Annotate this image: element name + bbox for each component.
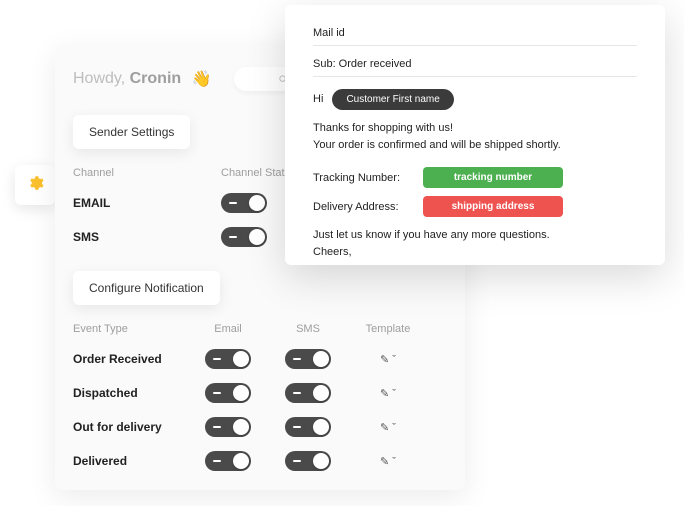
greeting: Howdy, Cronin	[73, 70, 181, 88]
edit-template-button[interactable]: ✎ ˇ	[348, 353, 428, 366]
body-line: Your order is confirmed and will be ship…	[313, 137, 637, 154]
toggle-delivered-sms[interactable]	[285, 451, 331, 471]
mail-id-label: Mail id	[313, 27, 345, 39]
gear-icon	[26, 174, 44, 197]
tracking-number-placeholder[interactable]: tracking number	[423, 167, 563, 188]
customer-name-placeholder[interactable]: Customer First name	[332, 89, 453, 110]
toggle-email[interactable]	[221, 193, 267, 213]
header-event-type: Event Type	[73, 323, 188, 335]
header-channel: Channel	[73, 167, 221, 179]
event-row: Order Received ✎ ˇ	[73, 349, 447, 369]
toggle-sms[interactable]	[221, 227, 267, 247]
toggle-order-received-sms[interactable]	[285, 349, 331, 369]
event-label: Dispatched	[73, 386, 188, 400]
event-row: Out for delivery ✎ ˇ	[73, 417, 447, 437]
body-line: Thanks for shopping with us!	[313, 120, 637, 137]
tracking-label: Tracking Number:	[313, 172, 423, 184]
event-headers: Event Type Email SMS Template	[73, 323, 447, 335]
toggle-order-received-email[interactable]	[205, 349, 251, 369]
email-preview-card: Mail id Sub: Order received Hi Customer …	[285, 5, 665, 265]
subject-field[interactable]: Sub: Order received	[313, 58, 637, 77]
sender-settings-button[interactable]: Sender Settings	[73, 115, 190, 149]
channel-label: SMS	[73, 230, 221, 244]
address-row: Delivery Address: shipping address	[313, 196, 637, 217]
header-template: Template	[348, 323, 428, 335]
pencil-icon: ✎ ˇ	[380, 387, 396, 400]
edit-template-button[interactable]: ✎ ˇ	[348, 387, 428, 400]
channel-label: EMAIL	[73, 196, 221, 210]
event-row: Delivered ✎ ˇ	[73, 451, 447, 471]
pencil-icon: ✎ ˇ	[380, 455, 396, 468]
edit-template-button[interactable]: ✎ ˇ	[348, 455, 428, 468]
event-label: Out for delivery	[73, 420, 188, 434]
pencil-icon: ✎ ˇ	[380, 421, 396, 434]
event-label: Order Received	[73, 352, 188, 366]
toggle-delivered-email[interactable]	[205, 451, 251, 471]
footer-line: Cheers,	[313, 244, 637, 261]
hi-text: Hi	[313, 93, 323, 105]
footer-text: Just let us know if you have any more qu…	[313, 227, 637, 260]
tracking-row: Tracking Number: tracking number	[313, 167, 637, 188]
shipping-address-placeholder[interactable]: shipping address	[423, 196, 563, 217]
toggle-out-for-delivery-sms[interactable]	[285, 417, 331, 437]
event-label: Delivered	[73, 454, 188, 468]
mail-id-field[interactable]: Mail id	[313, 27, 637, 46]
subject-text: Sub: Order received	[313, 58, 411, 70]
event-row: Dispatched ✎ ˇ	[73, 383, 447, 403]
greeting-prefix: Howdy,	[73, 70, 130, 87]
toggle-dispatched-email[interactable]	[205, 383, 251, 403]
header-sms: SMS	[268, 323, 348, 335]
address-label: Delivery Address:	[313, 201, 423, 213]
footer-line: Just let us know if you have any more qu…	[313, 227, 637, 244]
greeting-line: Hi Customer First name	[313, 89, 637, 110]
body-text: Thanks for shopping with us! Your order …	[313, 120, 637, 153]
settings-gear-button[interactable]	[15, 165, 55, 205]
configure-notification-button[interactable]: Configure Notification	[73, 271, 220, 305]
wave-icon: 👋	[192, 69, 212, 89]
header-email: Email	[188, 323, 268, 335]
greeting-name: Cronin	[130, 70, 182, 87]
toggle-out-for-delivery-email[interactable]	[205, 417, 251, 437]
toggle-dispatched-sms[interactable]	[285, 383, 331, 403]
edit-template-button[interactable]: ✎ ˇ	[348, 421, 428, 434]
pencil-icon: ✎ ˇ	[380, 353, 396, 366]
